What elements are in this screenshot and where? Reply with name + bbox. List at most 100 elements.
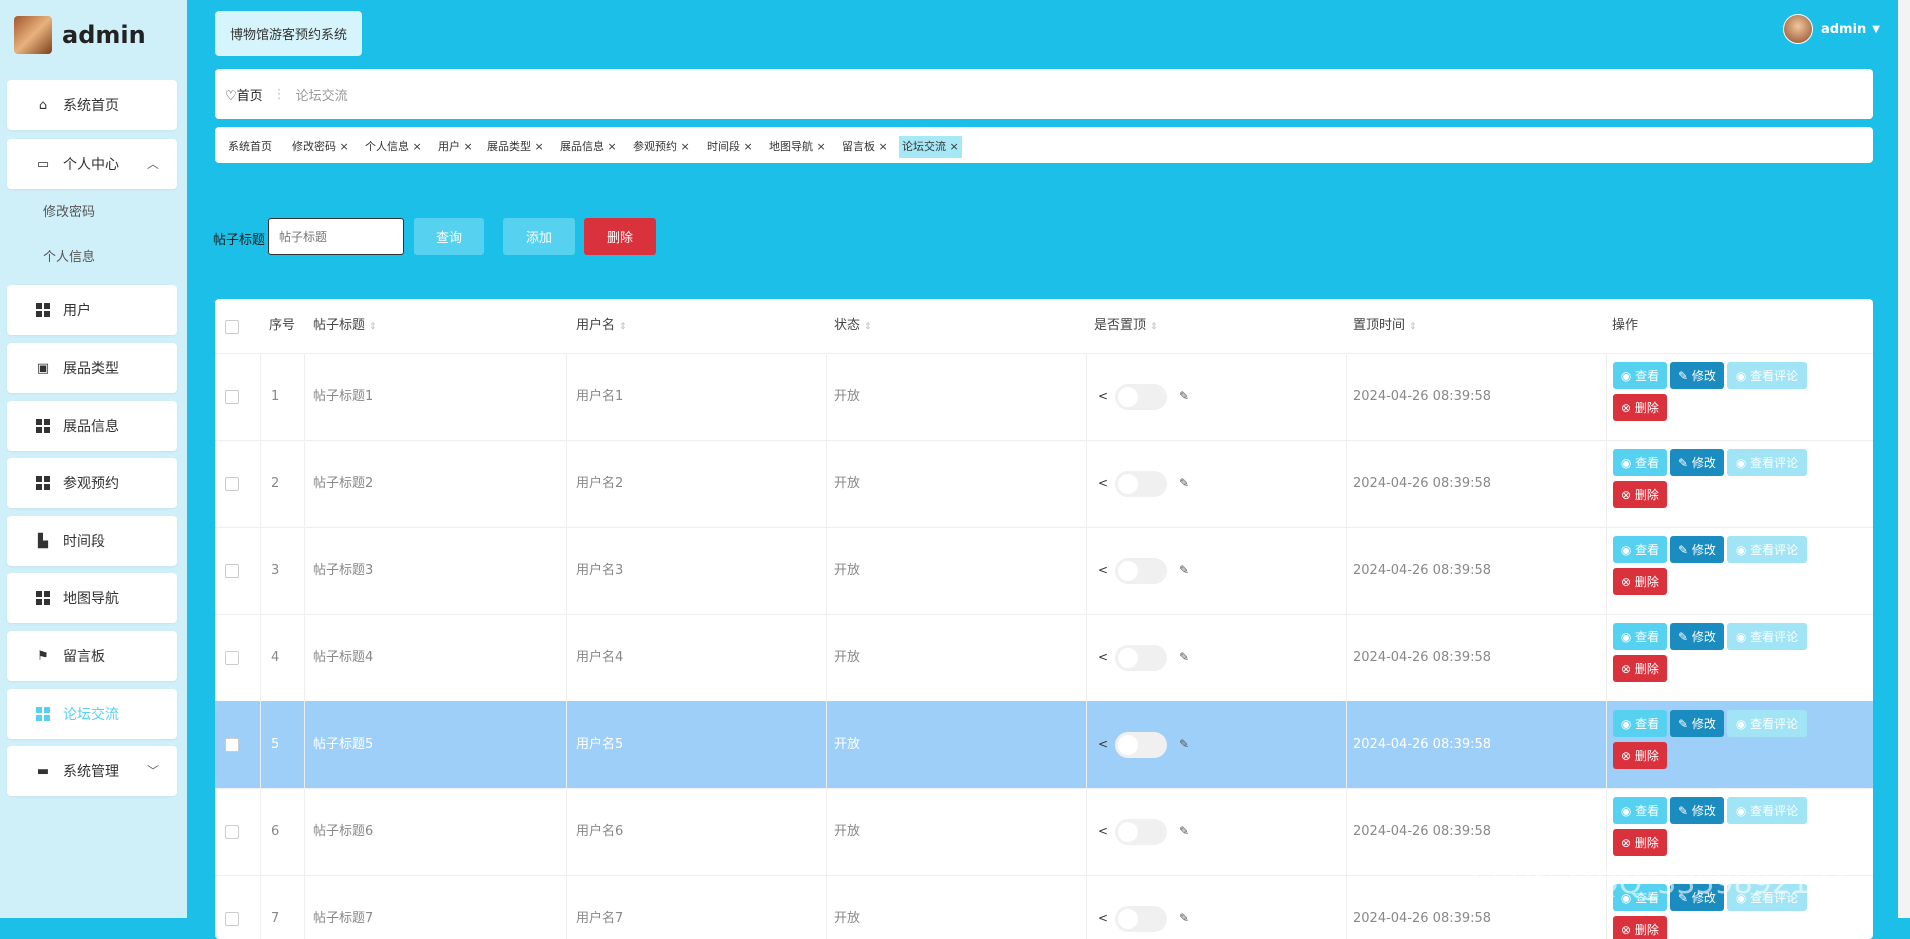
row-delete-button[interactable]: ⊗ 删除 bbox=[1613, 655, 1667, 682]
tab-users[interactable]: 用户 × bbox=[435, 136, 476, 158]
row-checkbox[interactable] bbox=[225, 390, 239, 404]
sidebar-item-home[interactable]: ⌂ 系统首页 bbox=[7, 80, 177, 130]
share-icon[interactable]: < bbox=[1098, 527, 1108, 614]
edit-button[interactable]: ✎ 修改 bbox=[1670, 362, 1724, 389]
sidebar-item-users[interactable]: 用户 bbox=[7, 285, 177, 335]
share-icon[interactable]: < bbox=[1098, 614, 1108, 701]
view-button[interactable]: ◉ 查看 bbox=[1613, 449, 1667, 476]
query-button[interactable]: 查询 bbox=[414, 218, 484, 255]
delete-button[interactable]: 删除 bbox=[584, 218, 656, 255]
add-button[interactable]: 添加 bbox=[503, 218, 575, 255]
view-comments-button[interactable]: ◉ 查看评论 bbox=[1727, 797, 1807, 824]
row-delete-button[interactable]: ⊗ 删除 bbox=[1613, 829, 1667, 856]
share-icon[interactable]: < bbox=[1098, 440, 1108, 527]
tab-forum[interactable]: 论坛交流 × bbox=[899, 136, 962, 158]
row-checkbox[interactable] bbox=[225, 738, 239, 752]
cell-title: 帖子标题3 bbox=[313, 563, 374, 578]
select-all-checkbox[interactable] bbox=[225, 320, 239, 334]
pin-toggle[interactable] bbox=[1115, 819, 1167, 845]
table-row[interactable]: 2 帖子标题2 用户名2 开放 < ✎ 2024-04-26 08:39:58 ◉ 查看 ✎ 修… bbox=[215, 440, 1873, 528]
tab-map-nav[interactable]: 地图导航 × bbox=[766, 136, 829, 158]
share-icon[interactable]: < bbox=[1098, 353, 1108, 440]
view-comments-button[interactable]: ◉ 查看评论 bbox=[1727, 536, 1807, 563]
col-title[interactable]: 帖子标题 ⇕ bbox=[313, 299, 377, 353]
cell-user: 用户名1 bbox=[576, 389, 624, 404]
row-delete-button[interactable]: ⊗ 删除 bbox=[1613, 568, 1667, 595]
view-button[interactable]: ◉ 查看 bbox=[1613, 797, 1667, 824]
pin-toggle[interactable] bbox=[1115, 645, 1167, 671]
pencil-icon[interactable]: ✎ bbox=[1179, 614, 1189, 701]
share-icon[interactable]: < bbox=[1098, 788, 1108, 875]
sidebar-item-visit-booking[interactable]: 参观预约 bbox=[7, 458, 177, 508]
row-delete-button[interactable]: ⊗ 删除 bbox=[1613, 916, 1667, 939]
table-row[interactable]: 5 帖子标题5 用户名5 开放 < ✎ 2024-04-26 08:39:58 ◉ 查看 ✎ 修… bbox=[215, 701, 1873, 789]
share-icon[interactable]: < bbox=[1098, 701, 1108, 788]
sidebar-item-forum[interactable]: 论坛交流 bbox=[7, 689, 177, 739]
pin-toggle[interactable] bbox=[1115, 732, 1167, 758]
pencil-icon[interactable]: ✎ bbox=[1179, 701, 1189, 788]
view-button[interactable]: ◉ 查看 bbox=[1613, 623, 1667, 650]
sidebar-sub-personal-info[interactable]: 个人信息 bbox=[43, 246, 95, 265]
table-row[interactable]: 3 帖子标题3 用户名3 开放 < ✎ 2024-04-26 08:39:58 ◉ 查看 ✎ 修… bbox=[215, 527, 1873, 615]
edit-button[interactable]: ✎ 修改 bbox=[1670, 623, 1724, 650]
view-button[interactable]: ◉ 查看 bbox=[1613, 362, 1667, 389]
row-checkbox[interactable] bbox=[225, 564, 239, 578]
sidebar-item-message-board[interactable]: ⚑ 留言板 bbox=[7, 631, 177, 681]
tab-visit-booking[interactable]: 参观预约 × bbox=[630, 136, 693, 158]
sidebar-item-exhibit-info[interactable]: 展品信息 bbox=[7, 401, 177, 451]
pin-toggle[interactable] bbox=[1115, 558, 1167, 584]
pin-toggle[interactable] bbox=[1115, 384, 1167, 410]
tab-time-slots[interactable]: 时间段 × bbox=[704, 136, 756, 158]
row-checkbox[interactable] bbox=[225, 912, 239, 926]
row-checkbox[interactable] bbox=[225, 651, 239, 665]
pencil-icon[interactable]: ✎ bbox=[1179, 440, 1189, 527]
view-button[interactable]: ◉ 查看 bbox=[1613, 710, 1667, 737]
cell-status: 开放 bbox=[834, 476, 861, 491]
view-button[interactable]: ◉ 查看 bbox=[1613, 536, 1667, 563]
breadcrumb-home[interactable]: ♡首页 bbox=[225, 85, 263, 104]
pencil-icon[interactable]: ✎ bbox=[1179, 527, 1189, 614]
row-checkbox[interactable] bbox=[225, 477, 239, 491]
tab-message-board[interactable]: 留言板 × bbox=[839, 136, 891, 158]
view-comments-button[interactable]: ◉ 查看评论 bbox=[1727, 449, 1807, 476]
view-comments-button[interactable]: ◉ 查看评论 bbox=[1727, 710, 1807, 737]
sidebar-item-time-slots[interactable]: ▙ 时间段 bbox=[7, 516, 177, 566]
pin-toggle[interactable] bbox=[1115, 906, 1167, 932]
tab-bar: 系统首页 修改密码 × 个人信息 × 用户 × 展品类型 × 展品信息 × 参观… bbox=[215, 127, 1873, 163]
row-checkbox[interactable] bbox=[225, 825, 239, 839]
sidebar-sub-change-password[interactable]: 修改密码 bbox=[43, 201, 95, 220]
table-row[interactable]: 1 帖子标题1 用户名1 开放 < ✎ 2024-04-26 08:39:58 ◉ 查看 ✎ 修… bbox=[215, 353, 1873, 441]
pencil-icon[interactable]: ✎ bbox=[1179, 353, 1189, 440]
view-comments-button[interactable]: ◉ 查看评论 bbox=[1727, 623, 1807, 650]
sidebar-item-map-nav[interactable]: 地图导航 bbox=[7, 573, 177, 623]
row-delete-button[interactable]: ⊗ 删除 bbox=[1613, 742, 1667, 769]
sidebar-item-system-admin[interactable]: ▬ 系统管理 ﹀ bbox=[7, 746, 177, 796]
tab-exhibit-types[interactable]: 展品类型 × bbox=[484, 136, 547, 158]
scrollbar[interactable] bbox=[1898, 0, 1910, 918]
sidebar-item-personal-center[interactable]: ▭ 个人中心 ︿ bbox=[7, 139, 177, 189]
row-delete-button[interactable]: ⊗ 删除 bbox=[1613, 394, 1667, 421]
tab-home[interactable]: 系统首页 bbox=[225, 136, 275, 158]
search-input[interactable] bbox=[268, 218, 404, 255]
pin-toggle[interactable] bbox=[1115, 471, 1167, 497]
row-delete-button[interactable]: ⊗ 删除 bbox=[1613, 481, 1667, 508]
edit-button[interactable]: ✎ 修改 bbox=[1670, 710, 1724, 737]
user-menu[interactable]: admin ▼ bbox=[1782, 14, 1880, 44]
sidebar-item-exhibit-types[interactable]: ▣ 展品类型 bbox=[7, 343, 177, 393]
col-pinned[interactable]: 是否置顶 ⇕ bbox=[1094, 299, 1158, 353]
col-pin-time[interactable]: 置顶时间 ⇕ bbox=[1353, 299, 1417, 353]
tab-change-password[interactable]: 修改密码 × bbox=[289, 136, 352, 158]
col-user[interactable]: 用户名 ⇕ bbox=[576, 299, 627, 353]
tab-exhibit-info[interactable]: 展品信息 × bbox=[557, 136, 620, 158]
tab-personal-info[interactable]: 个人信息 × bbox=[362, 136, 425, 158]
view-comments-button[interactable]: ◉ 查看评论 bbox=[1727, 362, 1807, 389]
share-icon[interactable]: < bbox=[1098, 875, 1108, 939]
edit-button[interactable]: ✎ 修改 bbox=[1670, 449, 1724, 476]
col-status[interactable]: 状态 ⇕ bbox=[834, 299, 872, 353]
table-row[interactable]: 6 帖子标题6 用户名6 开放 < ✎ 2024-04-26 08:39:58 ◉ 查看 ✎ 修… bbox=[215, 788, 1873, 876]
edit-button[interactable]: ✎ 修改 bbox=[1670, 536, 1724, 563]
table-row[interactable]: 4 帖子标题4 用户名4 开放 < ✎ 2024-04-26 08:39:58 ◉ 查看 ✎ 修… bbox=[215, 614, 1873, 702]
edit-button[interactable]: ✎ 修改 bbox=[1670, 797, 1724, 824]
pencil-icon[interactable]: ✎ bbox=[1179, 875, 1189, 939]
pencil-icon[interactable]: ✎ bbox=[1179, 788, 1189, 875]
